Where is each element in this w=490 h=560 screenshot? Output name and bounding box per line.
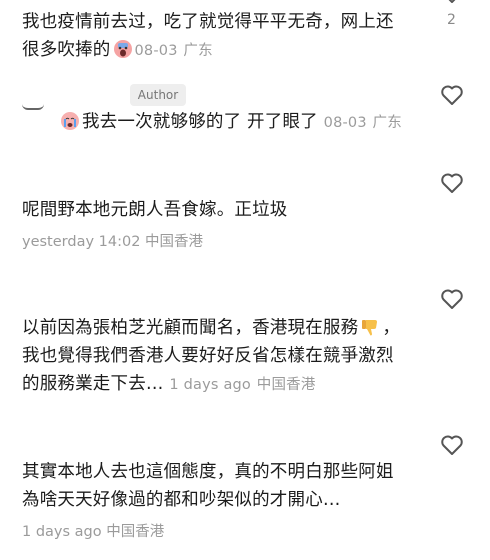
comment-text-line: ， xyxy=(382,318,401,338)
comment-date: 08-03 xyxy=(323,115,367,131)
crying-face-emoji-icon xyxy=(60,111,80,131)
comment-text-line: 我也覺得我們香港人要好好反省怎樣在競爭激烈 xyxy=(22,346,394,366)
comment-time: yesterday 14:02 xyxy=(22,234,141,250)
comment-text-line: 以前因為張柏芝光顧而聞名，香港現在服務 xyxy=(22,318,359,338)
comment-text-line: 很多吹捧的 xyxy=(22,40,111,60)
heart-icon[interactable] xyxy=(440,0,464,4)
heart-icon[interactable] xyxy=(440,172,464,194)
comment-text-line: 我也疫情前去过，吃了就觉得平平无奇，网上还 xyxy=(22,12,394,32)
comment-location: 广东 xyxy=(372,115,402,131)
comment-text-line: 的服務業走下去… xyxy=(22,374,164,394)
heart-icon[interactable] xyxy=(440,84,464,106)
comment-text: 我去一次就够够的了 开了眼了 08-03 广东 xyxy=(60,108,440,137)
comment-location: 中国香港 xyxy=(106,524,165,540)
comment-location: 中国香港 xyxy=(256,377,316,393)
comment-meta: 1 days ago 中国香港 xyxy=(22,520,164,541)
comment-text-line: 其實本地人去也這個態度，真的不明白那些阿姐 xyxy=(22,462,394,482)
comment-location: 中国香港 xyxy=(145,234,204,250)
comment-meta: yesterday 14:02 中国香港 xyxy=(22,230,203,251)
comment-time: 1 days ago xyxy=(169,377,252,393)
thumbs-down-emoji-icon xyxy=(360,317,380,337)
heart-icon[interactable] xyxy=(440,288,464,310)
like-count: 2 xyxy=(447,12,456,28)
screaming-face-emoji-icon xyxy=(113,39,133,59)
comment-text-line: 我去一次就够够的了 开了眼了 xyxy=(82,112,318,132)
author-badge: Author xyxy=(130,84,186,106)
comment-text: 呢間野本地元朗人吾食嫁。正垃圾 xyxy=(22,200,288,220)
comment-text: 以前因為張柏芝光顧而聞名，香港現在服務 ， 我也覺得我們香港人要好好反省怎樣在競… xyxy=(22,314,422,399)
comment-item: 我也疫情前去过，吃了就觉得平平无奇，网上还 很多吹捧的 08-03 广东 2 xyxy=(0,0,490,70)
comment-time: 1 days ago xyxy=(22,524,102,540)
heart-icon[interactable] xyxy=(440,434,464,456)
comment-text: 其實本地人去也這個態度，真的不明白那些阿姐 為啥天天好像過的都和吵架似的才開心… xyxy=(22,458,422,514)
comment-location: 广东 xyxy=(183,43,213,59)
comment-date: 08-03 xyxy=(134,43,178,59)
comment-text-line: 為啥天天好像過的都和吵架似的才開心… xyxy=(22,490,341,510)
avatar xyxy=(22,104,44,110)
comment-text: 我也疫情前去过，吃了就觉得平平无奇，网上还 很多吹捧的 08-03 广东 xyxy=(22,8,422,65)
